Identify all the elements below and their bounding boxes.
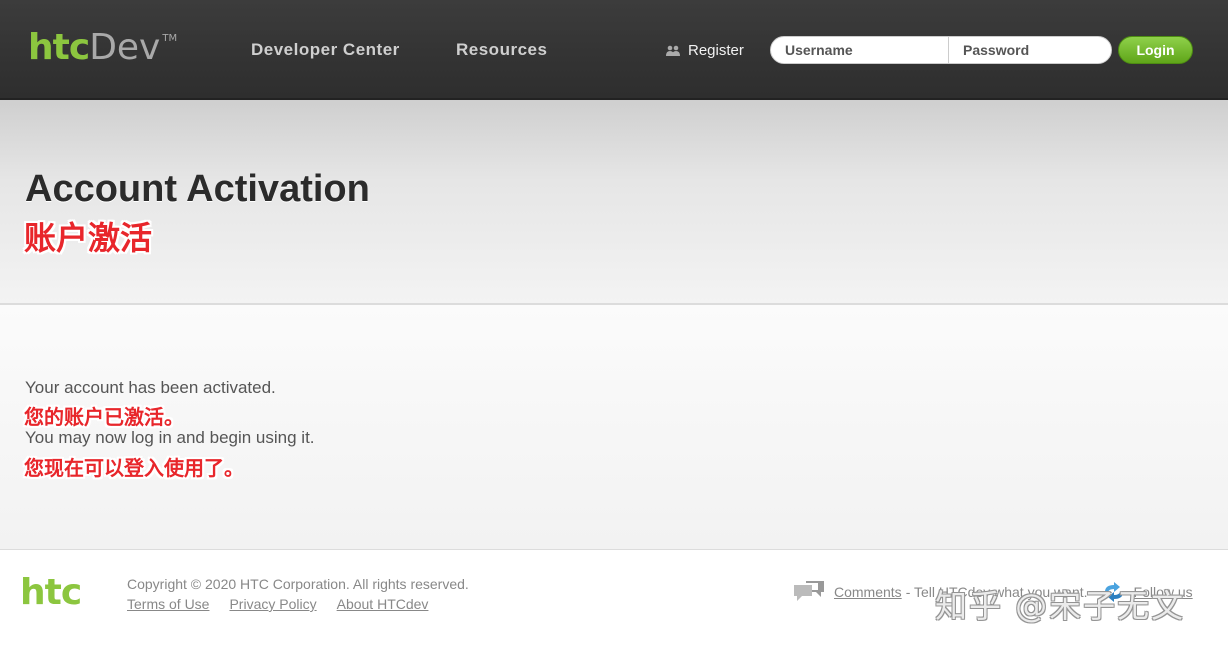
login-button[interactable]: Login — [1118, 36, 1193, 64]
login-message: You may now log in and begin using it. — [25, 428, 315, 447]
htcdev-logo[interactable]: htc Dev TM — [28, 28, 177, 68]
follow-us-link[interactable]: Follow us — [1134, 584, 1193, 600]
title-band: Account Activation 账户激活 — [0, 100, 1228, 305]
footer: htc Copyright © 2020 HTC Corporation. Al… — [0, 551, 1228, 651]
username-input[interactable] — [771, 37, 949, 63]
logo-htc-text: htc — [28, 27, 90, 68]
activated-message-cn: 您的账户已激活。 — [24, 405, 184, 429]
password-input[interactable] — [949, 37, 1111, 63]
privacy-policy-link[interactable]: Privacy Policy — [229, 596, 316, 612]
page-title-cn-annotation: 账户激活 — [24, 219, 153, 257]
register-label: Register — [688, 42, 744, 59]
logo-dev-text: Dev — [89, 27, 161, 68]
nav-developer-center[interactable]: Developer Center — [251, 40, 400, 60]
login-form — [770, 36, 1112, 64]
footer-social: Comments - Tell HTCdev what you want. Fo… — [792, 579, 1193, 605]
comments-link[interactable]: Comments — [834, 584, 902, 600]
register-link[interactable]: Register — [666, 42, 744, 59]
copyright-text: Copyright © 2020 HTC Corporation. All ri… — [127, 576, 469, 592]
about-htcdev-link[interactable]: About HTCdev — [337, 596, 429, 612]
terms-of-use-link[interactable]: Terms of Use — [127, 596, 209, 612]
nav-resources[interactable]: Resources — [456, 40, 547, 60]
logo-tm: TM — [162, 33, 178, 44]
footer-links: Terms of Use Privacy Policy About HTCdev — [127, 596, 428, 612]
tell-htcdev-text: - Tell HTCdev what you want. — [905, 584, 1088, 600]
users-icon — [666, 45, 680, 57]
activated-message: Your account has been activated. — [25, 378, 276, 397]
main-content: Your account has been activated. 您的账户已激活… — [0, 305, 1228, 550]
page-title: Account Activation — [25, 168, 370, 210]
comments-icon — [792, 579, 826, 605]
login-message-cn: 您现在可以登入使用了。 — [24, 456, 244, 480]
follow-icon — [1102, 582, 1126, 602]
footer-htc-logo: htc — [20, 572, 82, 613]
top-header: htc Dev TM Developer Center Resources Re… — [0, 0, 1228, 100]
